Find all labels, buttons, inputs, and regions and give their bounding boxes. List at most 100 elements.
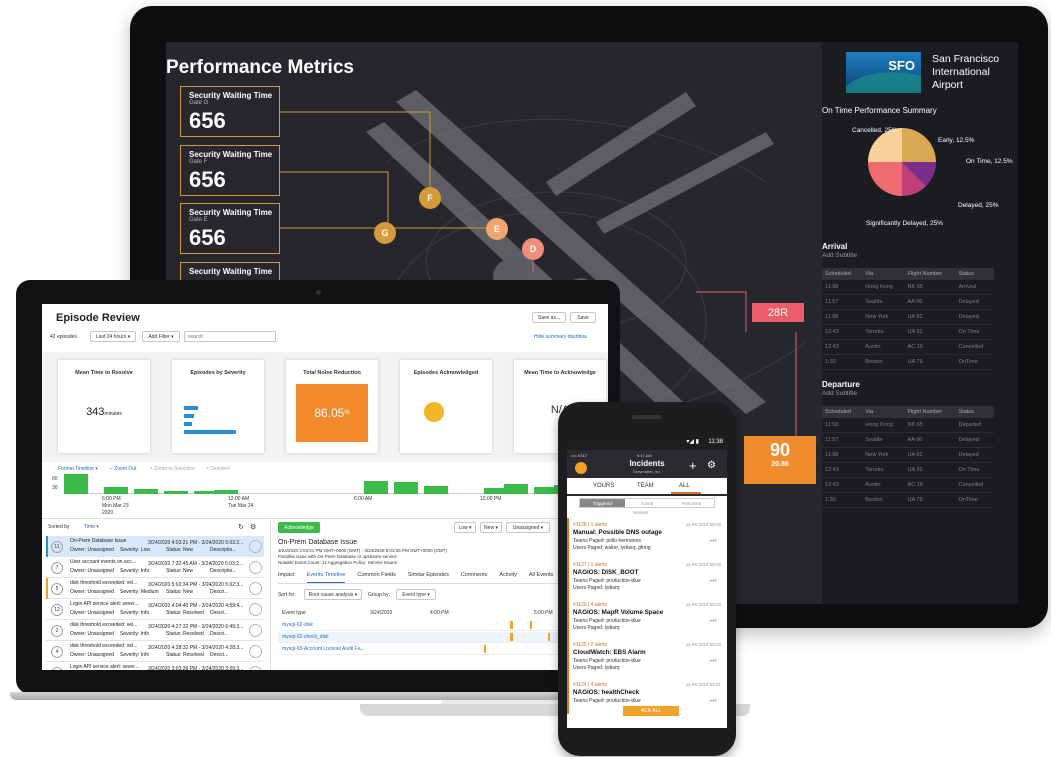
kpi-card-severity[interactable]: Episodes by Severity xyxy=(172,360,264,453)
kpi-card-noise-reduction[interactable]: Total Noise Reduction 86.05% xyxy=(286,360,378,453)
metric-tile[interactable]: 90 20.86 xyxy=(744,436,816,484)
table-row[interactable]: 11:57 Seattle AA 06 Delayed xyxy=(822,432,994,448)
tab-common-fields[interactable]: Common Fields xyxy=(357,572,396,583)
incident-list: #1128 | 1 alerts 11-08-2016 09:48 Manual: … xyxy=(567,518,727,714)
table-row[interactable]: 11:57 Seattle AA 06 Delayed xyxy=(822,294,994,310)
runway-tag[interactable]: 28R xyxy=(752,303,804,322)
table-cell: New York xyxy=(862,447,905,463)
episode-checkbox[interactable] xyxy=(249,582,262,595)
time-filter-button[interactable]: Last 24 hours ▾ xyxy=(90,331,136,342)
seg-resolved[interactable]: Resolved xyxy=(669,499,714,507)
ack-all-button[interactable]: ACK ALL xyxy=(623,706,679,716)
table-cell: Seattle xyxy=(862,432,905,448)
episode-checkbox[interactable] xyxy=(249,561,262,574)
more-icon[interactable]: ••• xyxy=(710,538,717,545)
episode-row[interactable]: 5 disk threshold exceeded: vel... 3/24/202… xyxy=(46,578,264,599)
table-row[interactable]: 12:43 Toronto UA 31 On Time xyxy=(822,462,994,478)
gear-icon[interactable]: ⚙ xyxy=(250,523,256,531)
event-row[interactable]: mysql-02-disk xyxy=(278,620,564,631)
kpi-card-mttr[interactable]: Mean Time to Resolve 343minutes xyxy=(58,360,150,453)
sort-newest[interactable]: Newest xyxy=(633,510,648,515)
zoom-selection-button[interactable]: + Zoom to Selection xyxy=(150,466,195,472)
more-icon[interactable]: ••• xyxy=(710,578,717,585)
gear-icon[interactable]: ⚙ xyxy=(707,460,716,471)
timeline-tick: 12:00 AM xyxy=(228,496,250,502)
table-cell: 12:43 xyxy=(822,339,863,355)
episode-checkbox[interactable] xyxy=(249,666,262,670)
incident-item[interactable]: #1127 | 1 alerts 11-08-2016 09:48 NAGIOS: … xyxy=(567,558,727,600)
deselect-button[interactable]: × Deselect xyxy=(206,466,230,472)
col-header: 4:00 PM xyxy=(430,610,449,616)
event-row[interactable]: mysql-03-Account Lockout Audit Fa... xyxy=(278,644,564,655)
tab-team[interactable]: TEAM xyxy=(637,483,654,489)
status-dropdown[interactable]: New ▾ xyxy=(480,522,502,533)
table-row[interactable]: 11:58 Hong Kong NK 65 Departed xyxy=(822,418,994,433)
table-cell: OnTime xyxy=(955,354,994,370)
episode-row[interactable]: 12 Login API service alert: sever... 3/24/… xyxy=(46,599,264,620)
tab-impact[interactable]: Impact xyxy=(278,572,295,583)
tab-similar-episodes[interactable]: Similar Episodes xyxy=(408,572,449,583)
tab-all-events[interactable]: All Events xyxy=(529,572,553,583)
save-button[interactable]: Save xyxy=(570,312,596,323)
table-row[interactable]: 1:30 Boston UA 79 OnTime xyxy=(822,354,994,370)
event-row[interactable]: mysql-02-check_disk xyxy=(278,632,564,643)
add-filter-button[interactable]: Add Filter ▾ xyxy=(142,331,180,342)
sort-field-dropdown[interactable]: Time ▾ xyxy=(84,524,99,530)
tab-comments[interactable]: Comments xyxy=(461,572,488,583)
zoom-out-button[interactable]: – Zoom Out xyxy=(110,466,136,472)
episode-checkbox[interactable] xyxy=(249,645,262,658)
tab-events-timeline[interactable]: Events Timeline xyxy=(306,572,346,583)
table-row[interactable]: 11:58 Hong Kong NK 65 Arrived xyxy=(822,280,994,295)
episode-timeline[interactable] xyxy=(64,474,604,494)
format-timeline-button[interactable]: Format Timeline ▾ xyxy=(58,466,98,472)
episode-sev: Severity: Info xyxy=(120,631,150,637)
episode-row[interactable]: 7 User account events on acc... 3/24/2020 … xyxy=(46,557,264,578)
sort-for-dropdown[interactable]: Root cause analysis ▾ xyxy=(304,589,362,600)
episode-checkbox[interactable] xyxy=(249,624,262,637)
table-cell: On Time xyxy=(955,462,994,478)
tab-activity[interactable]: Activity xyxy=(499,572,516,583)
episode-status: Status: Resolved xyxy=(166,631,204,637)
table-row[interactable]: 12:43 Austin AC 16 Cancelled xyxy=(822,477,994,493)
seg-acked[interactable]: Acked xyxy=(625,499,670,507)
table-row[interactable]: 1:30 Boston UA 79 OnTime xyxy=(822,492,994,508)
table-cell: 11:58 xyxy=(822,309,863,325)
severity-dropdown[interactable]: Low ▾ xyxy=(454,522,476,533)
add-icon[interactable]: + xyxy=(689,458,697,473)
acknowledge-button[interactable]: Acknowledge xyxy=(278,522,320,533)
gate-node-g[interactable]: G xyxy=(374,222,396,244)
more-icon[interactable]: ••• xyxy=(710,658,717,665)
episode-row[interactable]: 4 disk threshold exceeded: vel... 3/24/202… xyxy=(46,641,264,662)
table-row[interactable]: 12:43 Toronto UA 31 On Time xyxy=(822,324,994,340)
kpi-card-acknowledged[interactable]: Episodes Acknowledged xyxy=(400,360,492,453)
table-row[interactable]: 11:58 New York UA 92 Delayed xyxy=(822,309,994,325)
noise-reduction-tile: 86.05% xyxy=(296,384,368,442)
episode-checkbox[interactable] xyxy=(249,540,262,553)
gate-node-f[interactable]: F xyxy=(419,187,441,209)
tab-all[interactable]: ALL xyxy=(679,483,690,489)
incident-item[interactable]: #1128 | 1 alerts 11-08-2016 09:48 Manual: … xyxy=(567,518,727,560)
table-row[interactable]: 12:43 Austin AC 16 Cancelled xyxy=(822,339,994,355)
episode-checkbox[interactable] xyxy=(249,603,262,616)
gate-node-e[interactable]: E xyxy=(486,218,508,240)
home-button[interactable] xyxy=(637,734,657,740)
search-input[interactable] xyxy=(184,331,276,342)
refresh-icon[interactable]: ↻ xyxy=(238,523,244,531)
episode-row[interactable]: 1 Login API service alert: sever... 3/24/2… xyxy=(46,662,264,670)
incident-item[interactable]: #1125 | 2 alerts 11-08-2016 09:43 CloudWat… xyxy=(567,638,727,680)
save-as-button[interactable]: Save as... xyxy=(532,312,566,323)
more-icon[interactable]: ••• xyxy=(710,698,717,705)
departure-rows: 11:58 Hong Kong NK 65 Departed 11:57 Seattle A… xyxy=(822,418,994,508)
group-by-dropdown[interactable]: Event type ▾ xyxy=(396,589,436,600)
incident-name: NAGIOS: healthCheck xyxy=(573,689,640,696)
more-icon[interactable]: ••• xyxy=(710,618,717,625)
incident-item[interactable]: #1126 | 4 alerts 11-08-2016 09:43 NAGIOS: … xyxy=(567,598,727,640)
tab-yours[interactable]: YOURS xyxy=(593,483,614,489)
seg-triggered[interactable]: Triggered xyxy=(580,499,625,507)
episode-row[interactable]: 11 On-Prem Database Issue 3/24/2020 4:03:2… xyxy=(46,536,264,557)
gate-node-d[interactable]: D xyxy=(522,238,544,260)
hide-summary-link[interactable]: Hide summary dashboa xyxy=(534,334,587,340)
episode-row[interactable]: 2 disk threshold exceeded: vel... 3/24/202… xyxy=(46,620,264,641)
owner-dropdown[interactable]: Unassigned ▾ xyxy=(506,522,550,533)
table-row[interactable]: 11:58 New York UA 92 Delayed xyxy=(822,447,994,463)
